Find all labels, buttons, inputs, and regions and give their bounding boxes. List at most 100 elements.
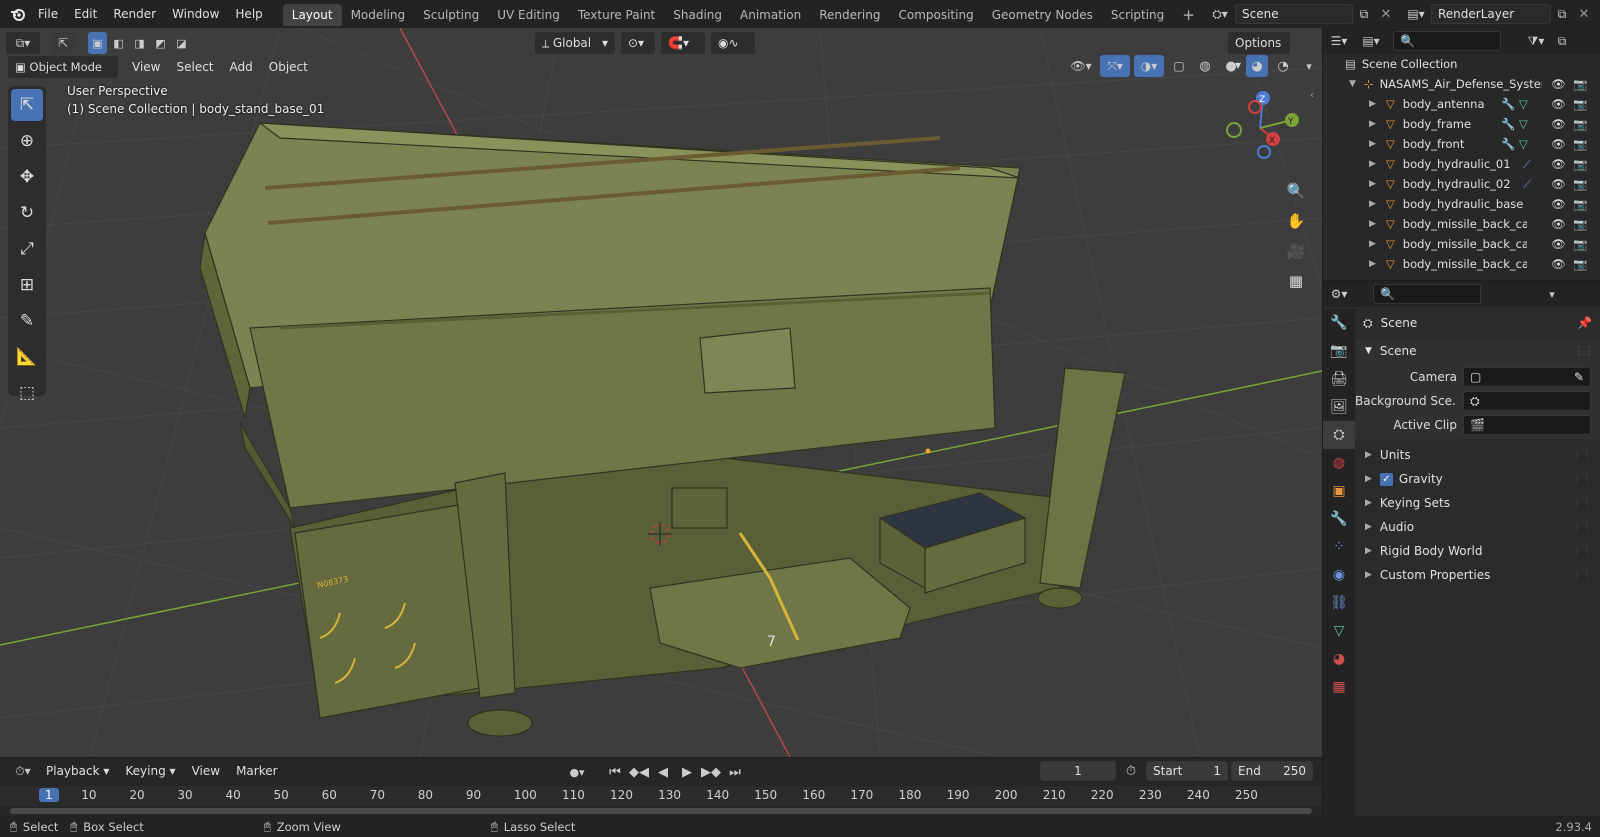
visibility-selector-icon[interactable]: 👁▾	[1066, 55, 1096, 77]
expand-chevron-icon[interactable]: ▶	[1369, 159, 1376, 169]
start-frame-field[interactable]: Start 1	[1146, 761, 1228, 781]
proportional-edit-toggle[interactable]: ◉∿	[711, 32, 755, 54]
tab-layout[interactable]: Layout	[282, 4, 342, 26]
expand-chevron-icon[interactable]: ▶	[1369, 259, 1376, 269]
scene-panel-header[interactable]: ▼ Scene ⋮⋮	[1355, 339, 1600, 363]
select-extend-icon[interactable]: ◧	[109, 32, 128, 54]
expand-chevron-icon[interactable]: ▶	[1369, 139, 1376, 149]
preview-range-icon[interactable]: ⏱	[1120, 760, 1142, 782]
properties-search-input[interactable]: 🔍	[1373, 284, 1481, 304]
visibility-eye-icon[interactable]: 👁	[1551, 257, 1566, 271]
record-keyframe-icon[interactable]: ●▾	[566, 761, 588, 783]
scene-icon[interactable]: ⛭▾	[1205, 3, 1235, 25]
filter-icon[interactable]: ⧩▾	[1521, 30, 1551, 52]
3d-viewport[interactable]: N08373 7 ⧉▾ ⇱ ▣ ◧ ◨ ◩ ◪ ⟂ Global ▾ ⊙▾ 🧲▾ …	[0, 28, 1322, 757]
background-scene-field[interactable]: ⛭	[1463, 391, 1591, 411]
select-invert-icon[interactable]: ◩	[151, 32, 170, 54]
camera-view-icon[interactable]: 🎥	[1283, 238, 1309, 264]
delete-view-layer-icon[interactable]: ✕	[1573, 3, 1595, 25]
render-camera-icon[interactable]: 📷	[1573, 257, 1587, 271]
select-box-tool-icon[interactable]: ⇱	[11, 89, 43, 121]
active-clip-field[interactable]: 🎬	[1463, 415, 1591, 435]
jump-start-icon[interactable]: ⏮	[604, 761, 626, 783]
select-subtract-icon[interactable]: ◨	[130, 32, 149, 54]
transform-orientation-dropdown[interactable]: ⟂ Global ▾	[535, 32, 615, 54]
outliner-item-row[interactable]: ▶ ▽ body_antenna 🔧 ▽ 👁 📷	[1323, 94, 1600, 114]
viewport-scene[interactable]: N08373 7	[0, 28, 1322, 757]
modifier-wrench-icon[interactable]: 🔧	[1501, 117, 1515, 131]
new-scene-icon[interactable]: ⧉	[1353, 3, 1375, 25]
tab-shading[interactable]: Shading	[664, 4, 731, 26]
expand-chevron-icon[interactable]: ▼	[1349, 79, 1356, 89]
camera-field[interactable]: ▢ ✎	[1463, 367, 1591, 387]
material-tab-icon[interactable]: ◕	[1323, 645, 1355, 673]
constraint-icon[interactable]: ⟋	[1523, 177, 1531, 192]
timeline-editor-type-icon[interactable]: ⏱▾	[8, 760, 38, 782]
view-layer-tab-icon[interactable]: 🖼	[1323, 393, 1355, 421]
drag-handle-icon[interactable]: ⋮⋮	[1572, 474, 1592, 485]
annotate-tool-icon[interactable]: ✎	[11, 305, 43, 337]
timeline-scrollbar[interactable]	[10, 808, 1312, 814]
modifier-wrench-icon[interactable]: 🔧	[1501, 137, 1515, 151]
options-dropdown[interactable]: Options ▾	[1228, 32, 1290, 72]
visibility-eye-icon[interactable]: 👁	[1551, 177, 1566, 191]
render-camera-icon[interactable]: 📷	[1573, 237, 1587, 251]
outliner-item-row[interactable]: ▶ ▽ body_missile_back_cap_(👁 📷	[1323, 234, 1600, 254]
view-layer-icon[interactable]: ▤▾	[1401, 3, 1431, 25]
properties-options-chevron-icon[interactable]: ▾	[1541, 283, 1563, 305]
pan-hand-icon[interactable]: ✋	[1283, 208, 1309, 234]
eyedropper-icon[interactable]: ✎	[1574, 368, 1584, 386]
view-layer-field[interactable]: RenderLayer	[1431, 4, 1551, 24]
section-units[interactable]: ▶ Units ⋮⋮	[1363, 443, 1592, 467]
delete-scene-icon[interactable]: ✕	[1375, 3, 1397, 25]
snap-toggle[interactable]: 🧲▾	[661, 32, 705, 54]
particles-tab-icon[interactable]: ⁘	[1323, 533, 1355, 561]
select-new-icon[interactable]: ▣	[88, 32, 107, 54]
outliner-search-input[interactable]: 🔍	[1393, 31, 1501, 51]
visibility-eye-icon[interactable]: 👁	[1551, 217, 1566, 231]
new-view-layer-icon[interactable]: ⧉	[1551, 3, 1573, 25]
section-keying-sets[interactable]: ▶ Keying Sets ⋮⋮	[1363, 491, 1592, 515]
render-camera-icon[interactable]: 📷	[1573, 177, 1587, 191]
play-icon[interactable]: ▶	[676, 761, 698, 783]
gizmo-toggle-icon[interactable]: ⤧▾	[1100, 55, 1130, 77]
constraints-tab-icon[interactable]: ⛓	[1323, 589, 1355, 617]
frame-ruler[interactable]: 1 10 20 30 40 50 60 70 80 90 100 110 120 130 140 150 160…	[0, 786, 1322, 806]
physics-tab-icon[interactable]: ◉	[1323, 561, 1355, 589]
timeline-menu-playback[interactable]: Playback ▾	[38, 757, 117, 785]
constraint-icon[interactable]: ⟋	[1523, 157, 1531, 172]
outliner-editor-type-icon[interactable]: ☰▾	[1323, 30, 1355, 52]
add-workspace-button[interactable]: +	[1173, 4, 1204, 26]
viewport-menu-select[interactable]: Select	[168, 53, 221, 81]
visibility-eye-icon[interactable]: 👁	[1551, 117, 1566, 131]
outliner-item-row[interactable]: ▶ ▽ body_hydraulic_01 ⟋ 👁 📷	[1323, 154, 1600, 174]
expand-chevron-icon[interactable]: ▶	[1369, 119, 1376, 129]
jump-keyframe-back-icon[interactable]: ◆◀	[628, 761, 650, 783]
scale-tool-icon[interactable]: ⤢	[11, 233, 43, 265]
gravity-checkbox[interactable]: ✓	[1379, 472, 1393, 486]
material-shading-icon[interactable]: ◕	[1246, 55, 1268, 77]
visibility-eye-icon[interactable]: 👁	[1551, 197, 1566, 211]
render-tab-icon[interactable]: 📷	[1323, 337, 1355, 365]
scene-name-field[interactable]: Scene	[1235, 4, 1353, 24]
render-camera-icon[interactable]: 📷	[1573, 117, 1587, 131]
timeline-menu-keying[interactable]: Keying ▾	[117, 757, 183, 785]
timeline-menu-marker[interactable]: Marker	[228, 757, 285, 785]
tab-compositing[interactable]: Compositing	[889, 4, 982, 26]
expand-chevron-icon[interactable]: ▶	[1369, 199, 1376, 209]
current-frame-marker[interactable]: 1	[39, 788, 59, 802]
rendered-shading-icon[interactable]: ◔	[1272, 55, 1294, 77]
outliner-item-row[interactable]: ▶ ▽ body_front 🔧 ▽ 👁 📷	[1323, 134, 1600, 154]
jump-keyframe-forward-icon[interactable]: ▶◆	[700, 761, 722, 783]
current-frame-field[interactable]: 1	[1040, 761, 1116, 781]
data-tab-icon[interactable]: ▽	[1323, 617, 1355, 645]
section-gravity[interactable]: ▶ ✓ Gravity ⋮⋮	[1363, 467, 1592, 491]
rotate-tool-icon[interactable]: ↻	[11, 197, 43, 229]
mesh-data-icon[interactable]: ▽	[1519, 117, 1528, 131]
transform-tool-icon[interactable]: ⊞	[11, 269, 43, 301]
visibility-eye-icon[interactable]: 👁	[1551, 157, 1566, 171]
new-collection-icon[interactable]: ⧉	[1551, 30, 1573, 52]
add-cube-tool-icon[interactable]: ⬚	[11, 377, 43, 409]
drag-handle-icon[interactable]: ⋮⋮	[1572, 546, 1592, 557]
mesh-data-icon[interactable]: ▽	[1519, 137, 1528, 151]
